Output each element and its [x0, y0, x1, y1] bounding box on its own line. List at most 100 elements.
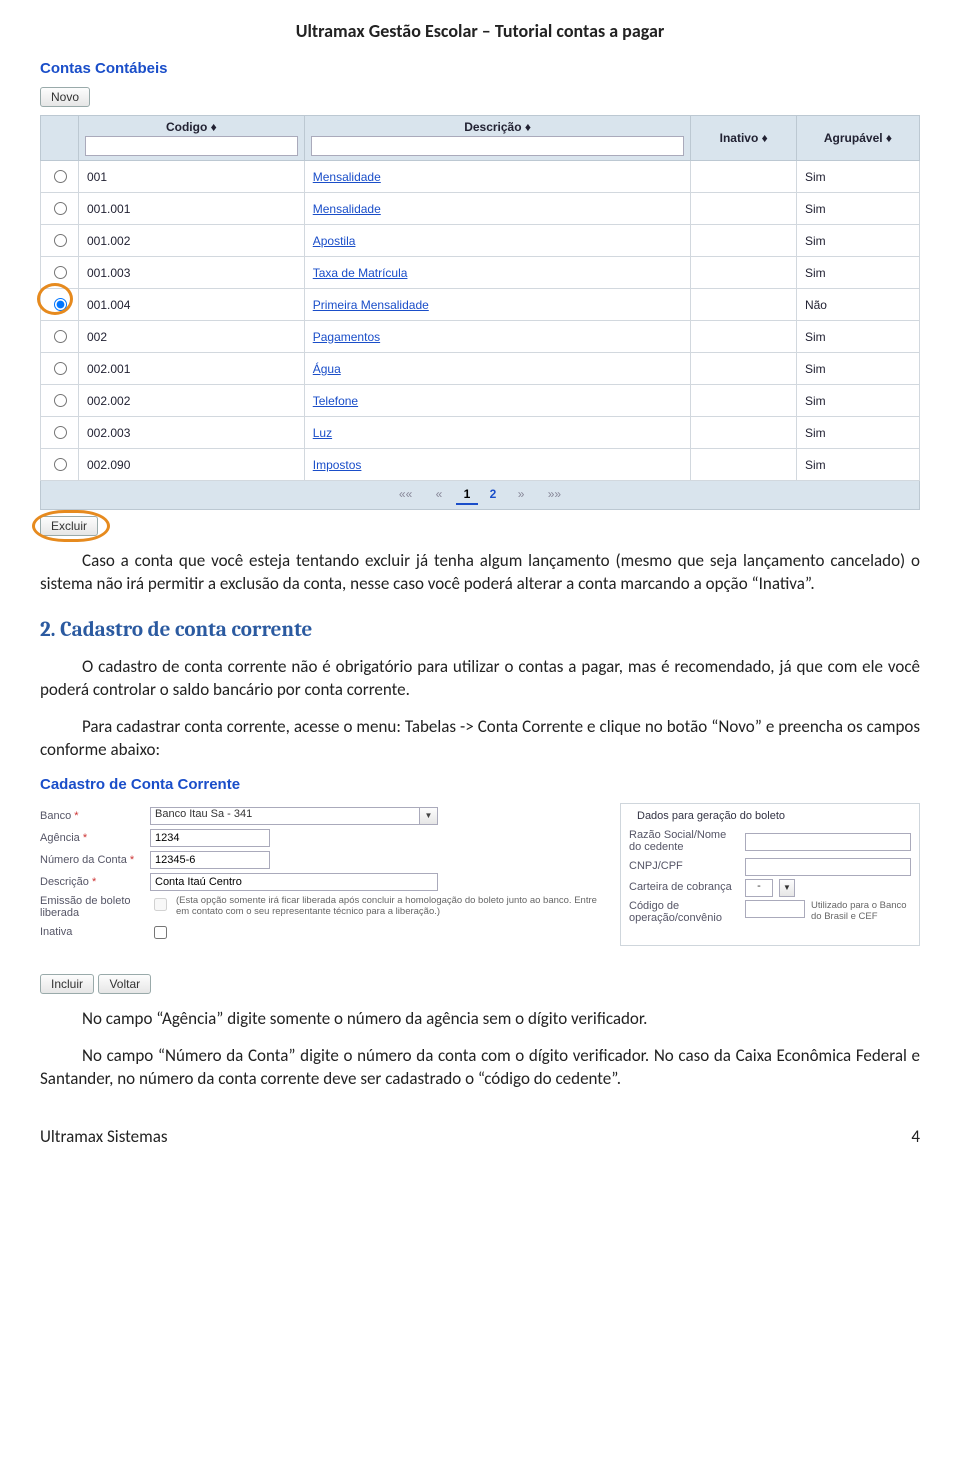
excluir-button[interactable]: Excluir	[40, 516, 98, 536]
cell-agrupavel: Sim	[796, 449, 919, 481]
razao-input[interactable]	[745, 833, 911, 851]
row-select-radio[interactable]	[54, 362, 67, 375]
cell-codigo: 002.001	[79, 353, 305, 385]
section-title-contas: Contas Contábeis	[40, 60, 920, 77]
pager-prev[interactable]: «	[426, 485, 453, 503]
sort-icon: ♦	[762, 131, 768, 145]
cnpj-input[interactable]	[745, 858, 911, 876]
cell-descricao[interactable]: Taxa de Matrícula	[304, 257, 691, 289]
col-select	[41, 116, 79, 161]
cell-codigo: 001.003	[79, 257, 305, 289]
row-select-radio[interactable]	[54, 298, 67, 311]
footer-left: Ultramax Sistemas	[40, 1126, 168, 1147]
cell-agrupavel: Sim	[796, 225, 919, 257]
cell-descricao[interactable]: Água	[304, 353, 691, 385]
row-select-cell	[41, 289, 79, 321]
cell-codigo: 002.090	[79, 449, 305, 481]
cell-codigo: 001	[79, 161, 305, 193]
cell-inativo	[691, 289, 796, 321]
descricao-input[interactable]	[150, 873, 438, 891]
screenshot-cadastro-conta-corrente: Cadastro de Conta Corrente Banco * Banco…	[40, 776, 920, 994]
cell-agrupavel: Sim	[796, 385, 919, 417]
cell-descricao[interactable]: Mensalidade	[304, 161, 691, 193]
row-select-radio[interactable]	[54, 458, 67, 471]
cell-codigo: 002	[79, 321, 305, 353]
cell-descricao[interactable]: Mensalidade	[304, 193, 691, 225]
label-cnpj: CNPJ/CPF	[629, 860, 739, 872]
table-row: 002.001ÁguaSim	[41, 353, 920, 385]
table-row: 002.002TelefoneSim	[41, 385, 920, 417]
cell-codigo: 002.003	[79, 417, 305, 449]
cell-descricao[interactable]: Apostila	[304, 225, 691, 257]
cell-inativo	[691, 225, 796, 257]
cell-inativo	[691, 161, 796, 193]
sort-icon: ♦	[525, 120, 531, 134]
label-banco: Banco *	[40, 810, 144, 822]
col-descricao[interactable]: Descrição ♦	[304, 116, 691, 161]
label-descricao: Descrição *	[40, 876, 144, 888]
agencia-input[interactable]	[150, 829, 270, 847]
cell-descricao[interactable]: Telefone	[304, 385, 691, 417]
doc-header: Ultramax Gestão Escolar – Tutorial conta…	[40, 20, 920, 42]
cell-inativo	[691, 257, 796, 289]
row-select-cell	[41, 225, 79, 257]
label-codigo-conv: Código de operação/convênio	[629, 900, 739, 924]
numero-conta-input[interactable]	[150, 851, 270, 869]
cell-descricao[interactable]: Impostos	[304, 449, 691, 481]
label-inativa: Inativa	[40, 926, 144, 938]
row-select-radio[interactable]	[54, 170, 67, 183]
cell-codigo: 001.002	[79, 225, 305, 257]
footer-page-number: 4	[911, 1126, 920, 1147]
table-row: 001.004Primeira MensalidadeNão	[41, 289, 920, 321]
table-row: 001.002Apostila Sim	[41, 225, 920, 257]
inativa-checkbox[interactable]	[154, 926, 167, 939]
col-codigo[interactable]: Codigo ♦	[79, 116, 305, 161]
novo-button[interactable]: Novo	[40, 87, 90, 107]
banco-combobox[interactable]: Banco Itau Sa - 341 ▼	[150, 807, 438, 825]
row-select-cell	[41, 449, 79, 481]
label-carteira: Carteira de cobrança	[629, 881, 739, 893]
col-agrupavel[interactable]: Agrupável ♦	[796, 116, 919, 161]
section-title-cadastro: Cadastro de Conta Corrente	[40, 776, 920, 793]
table-row: 002PagamentosSim	[41, 321, 920, 353]
cell-inativo	[691, 449, 796, 481]
cell-descricao[interactable]: Luz	[304, 417, 691, 449]
cell-inativo	[691, 385, 796, 417]
label-agencia: Agência *	[40, 832, 144, 844]
filter-descricao-input[interactable]	[311, 136, 685, 156]
boleto-fieldset: Dados para geração do boleto Razão Socia…	[620, 803, 920, 946]
cell-codigo: 001.001	[79, 193, 305, 225]
pager-first[interactable]: ««	[389, 485, 422, 503]
cell-agrupavel: Sim	[796, 193, 919, 225]
pager-page-2[interactable]: 2	[482, 485, 505, 503]
pager-last[interactable]: »»	[538, 485, 571, 503]
row-select-cell	[41, 193, 79, 225]
table-row: 002.003LuzSim	[41, 417, 920, 449]
codigo-conv-input[interactable]	[745, 900, 805, 918]
row-select-cell	[41, 321, 79, 353]
emissao-checkbox[interactable]	[154, 898, 167, 911]
cell-inativo	[691, 353, 796, 385]
row-select-cell	[41, 353, 79, 385]
col-inativo[interactable]: Inativo ♦	[691, 116, 796, 161]
cell-descricao[interactable]: Primeira Mensalidade	[304, 289, 691, 321]
row-select-radio[interactable]	[54, 394, 67, 407]
voltar-button[interactable]: Voltar	[98, 974, 151, 994]
row-select-radio[interactable]	[54, 234, 67, 247]
filter-codigo-input[interactable]	[85, 136, 298, 156]
incluir-button[interactable]: Incluir	[40, 974, 94, 994]
cell-agrupavel: Sim	[796, 257, 919, 289]
row-select-radio[interactable]	[54, 426, 67, 439]
row-select-cell	[41, 417, 79, 449]
cell-inativo	[691, 321, 796, 353]
table-row: 001.003Taxa de Matrícula Sim	[41, 257, 920, 289]
cell-descricao[interactable]: Pagamentos	[304, 321, 691, 353]
carteira-combobox[interactable]: -	[745, 879, 773, 897]
row-select-radio[interactable]	[54, 202, 67, 215]
cell-inativo	[691, 417, 796, 449]
pager-next[interactable]: »	[508, 485, 535, 503]
row-select-radio[interactable]	[54, 330, 67, 343]
row-select-radio[interactable]	[54, 266, 67, 279]
pager-page-1[interactable]: 1	[456, 485, 479, 505]
paragraph: Caso a conta que você esteja tentando ex…	[40, 550, 920, 596]
